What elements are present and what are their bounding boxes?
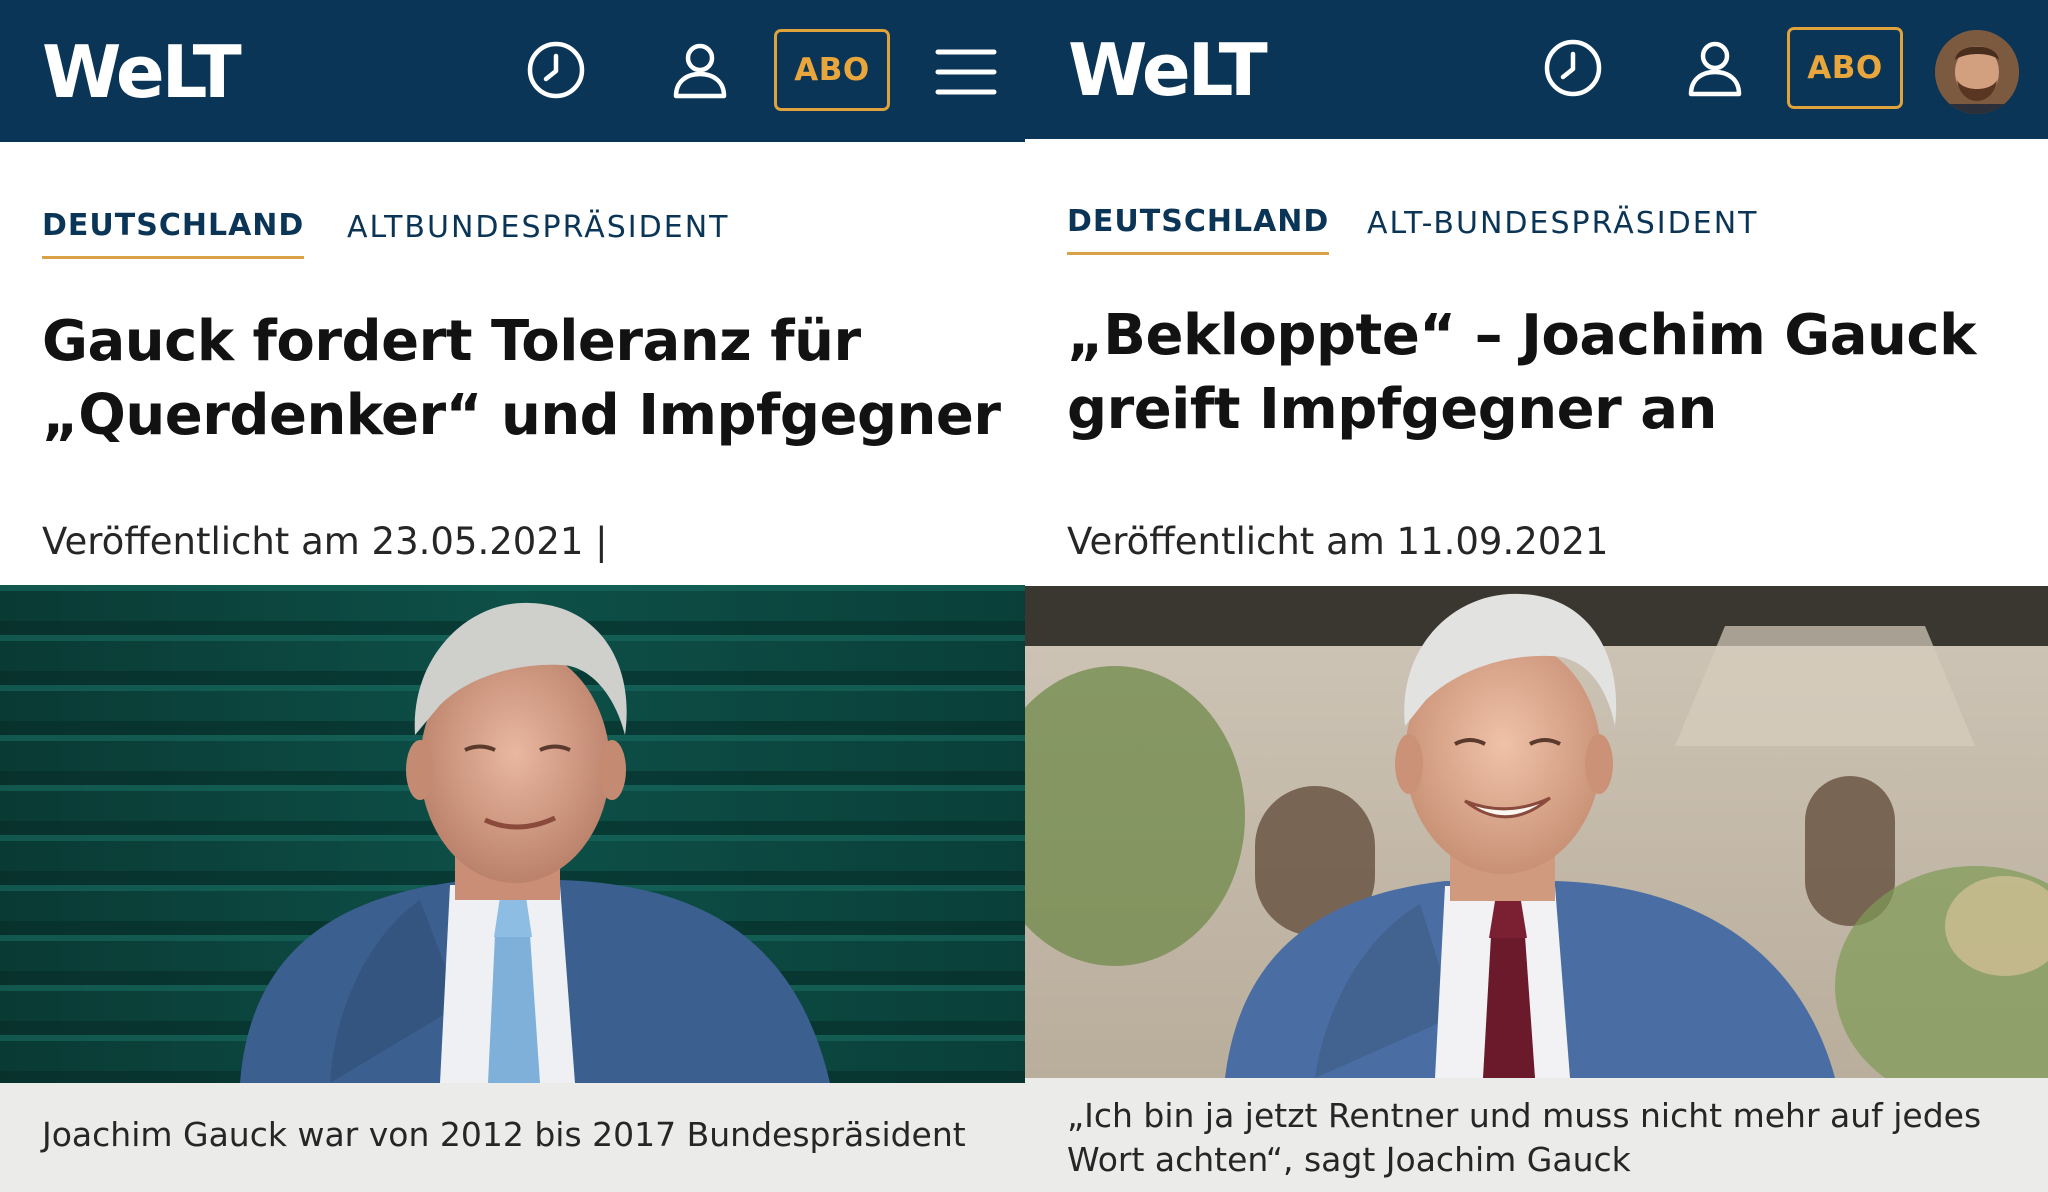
clock-icon[interactable]	[524, 38, 588, 102]
article-headline: Gauck fordert Toleranz für „Querdenker“ …	[42, 309, 1001, 448]
article-headline: „Bekloppte“ – Joachim Gauck greift Impfg…	[1067, 303, 1976, 442]
user-icon[interactable]	[1683, 36, 1747, 100]
clock-icon[interactable]	[1541, 36, 1605, 100]
photo-caption: „Ich bin ja jetzt Rentner und muss nicht…	[1025, 1078, 2048, 1192]
category-secondary-link[interactable]: ALTBUNDESPRÄSIDENT	[347, 208, 729, 248]
article-panel-left: WeLT ABO DEUTSCHLAND ALTBUNDESPRÄSIDENT …	[0, 0, 1025, 1192]
published-date: Veröffentlicht am 23.05.2021 |	[42, 520, 608, 563]
site-header: WeLT ABO	[0, 0, 1025, 142]
avatar[interactable]	[1935, 30, 2019, 114]
menu-icon[interactable]	[934, 40, 998, 104]
welt-logo[interactable]: WeLT	[1068, 26, 1268, 114]
article-photo[interactable]	[0, 585, 1025, 1083]
abo-button[interactable]: ABO	[1787, 27, 1903, 109]
article-panel-right: WeLT ABO DEUTSCHLAND ALT-BUNDESPRÄSIDENT…	[1025, 0, 2048, 1192]
welt-logo[interactable]: WeLT	[42, 28, 242, 116]
photo-caption: Joachim Gauck war von 2012 bis 2017 Bund…	[0, 1083, 1025, 1192]
user-icon[interactable]	[668, 38, 732, 102]
caption-text: „Ich bin ja jetzt Rentner und muss nicht…	[1067, 1096, 1982, 1179]
abo-button[interactable]: ABO	[774, 29, 890, 111]
site-header: WeLT ABO	[1025, 0, 2048, 139]
published-date: Veröffentlicht am 11.09.2021	[1067, 520, 1609, 563]
category-secondary-link[interactable]: ALT-BUNDESPRÄSIDENT	[1367, 204, 1758, 244]
category-primary-link[interactable]: DEUTSCHLAND	[42, 206, 305, 259]
category-primary-link[interactable]: DEUTSCHLAND	[1067, 202, 1330, 255]
article-photo[interactable]	[1025, 586, 2048, 1078]
caption-text: Joachim Gauck war von 2012 bis 2017 Bund…	[42, 1115, 966, 1154]
